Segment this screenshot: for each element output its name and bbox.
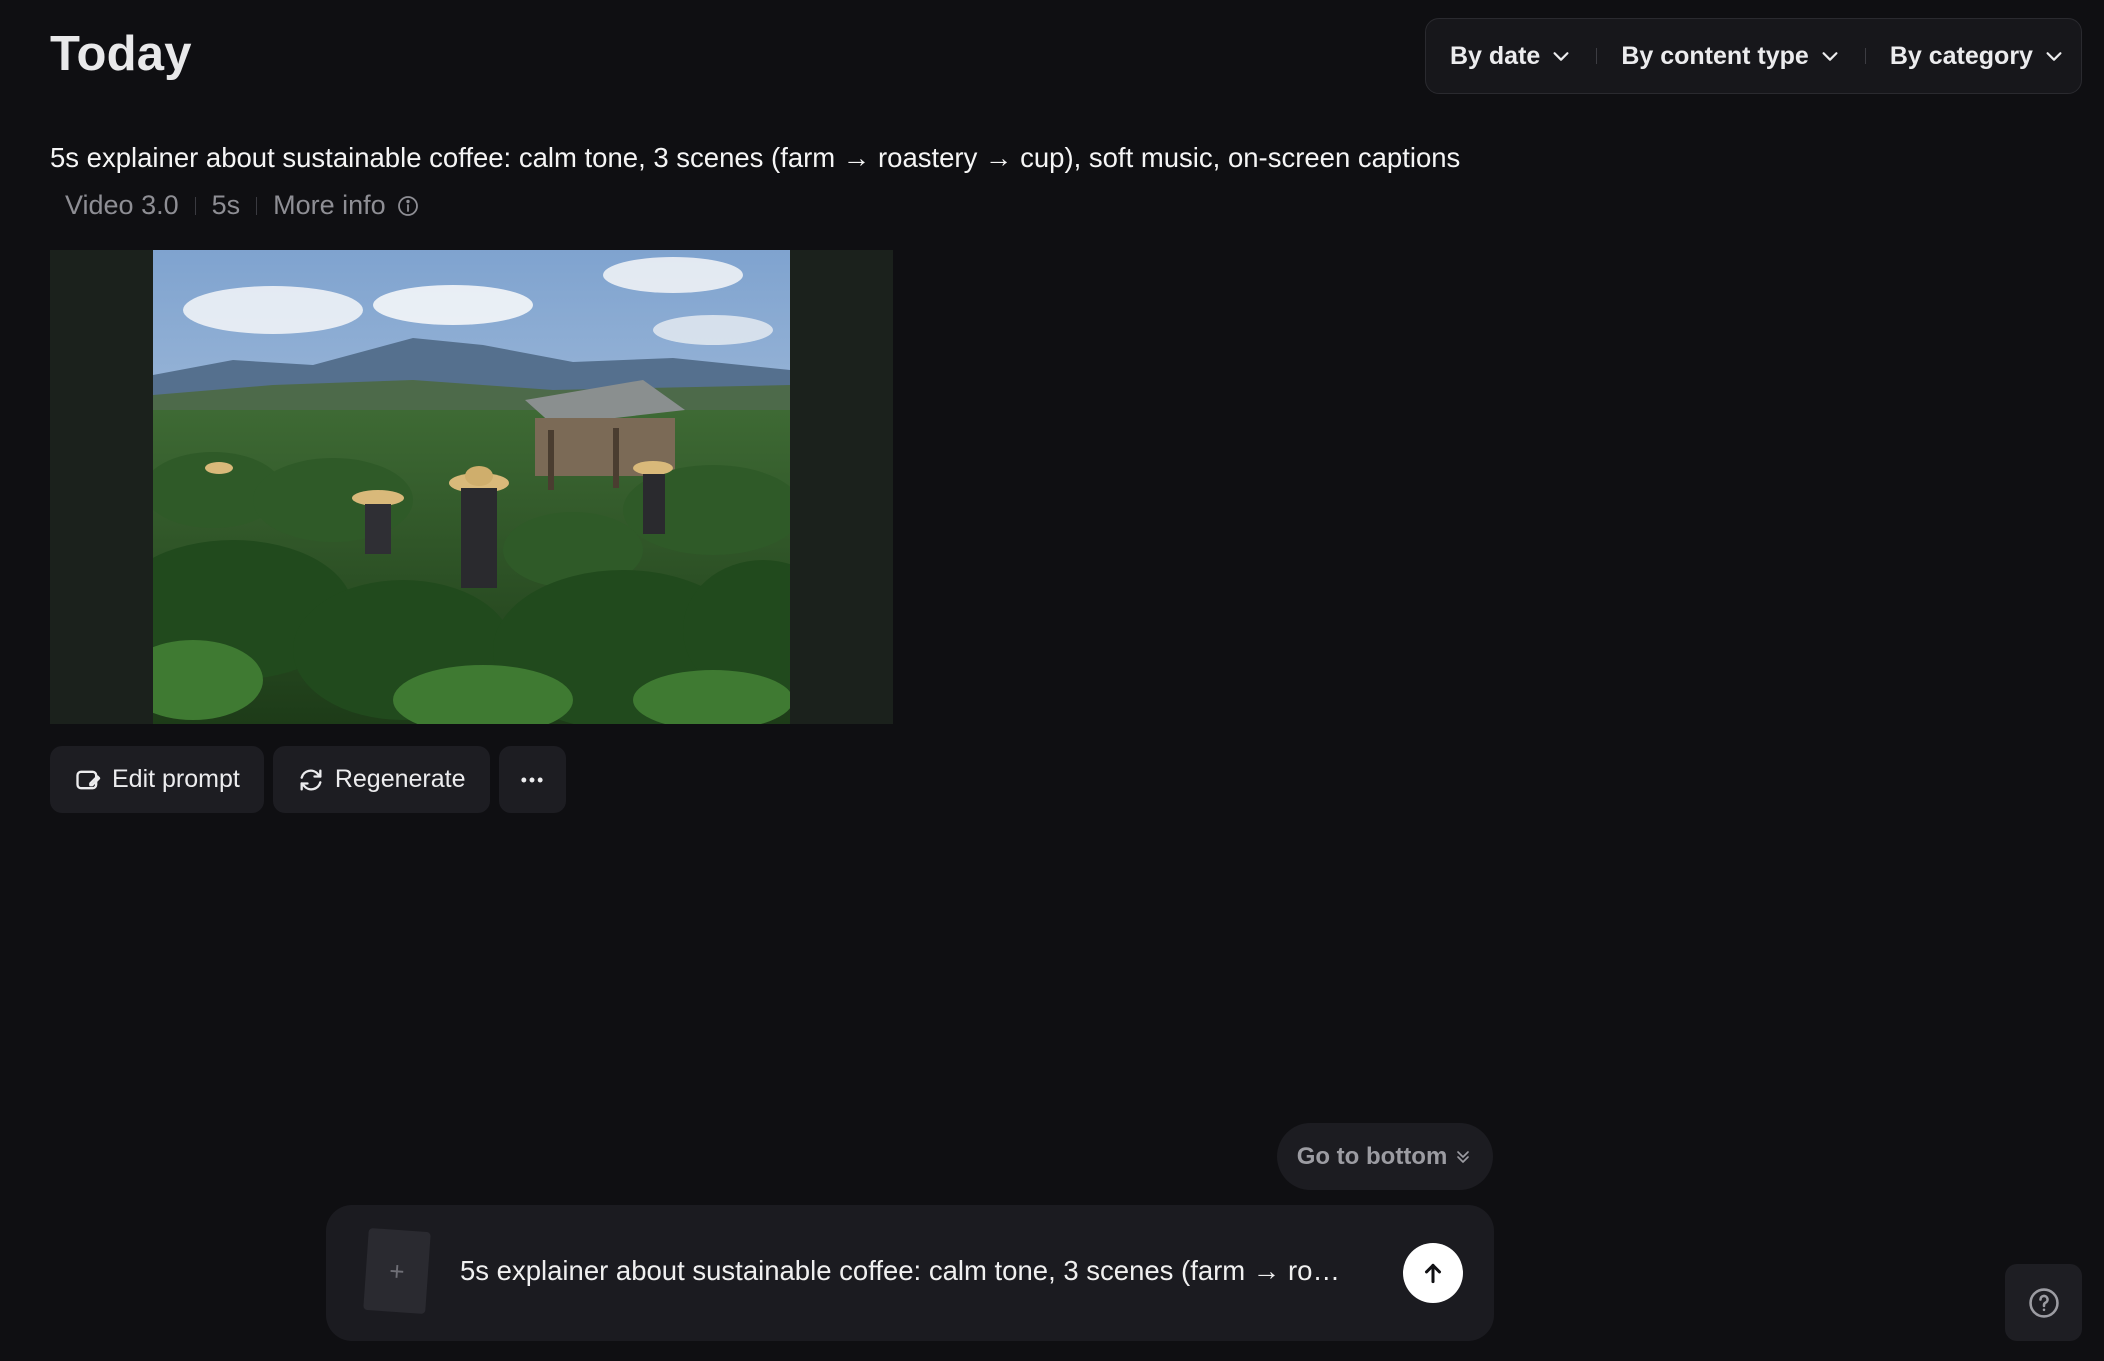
filter-by-date[interactable]: By date: [1450, 42, 1572, 71]
video-frame: [153, 250, 790, 724]
divider: [1864, 48, 1866, 64]
info-icon[interactable]: [396, 194, 420, 218]
divider: [256, 196, 258, 215]
filter-label: By date: [1450, 41, 1541, 70]
filter-bar: By date By content type By category: [1425, 18, 2082, 94]
generation-prompt: 5s explainer about sustainable coffee: c…: [50, 142, 1461, 173]
chevron-down-icon: [2046, 52, 2062, 61]
filter-label: By content type: [1621, 41, 1809, 70]
ellipsis-icon: [521, 777, 543, 782]
video-preview[interactable]: [50, 250, 893, 724]
more-options-button[interactable]: [498, 746, 566, 813]
filter-label: By category: [1889, 41, 2033, 70]
regenerate-button[interactable]: Regenerate: [272, 746, 490, 813]
edit-prompt-label: Edit prompt: [112, 765, 240, 793]
help-button[interactable]: [2005, 1264, 2082, 1341]
duration-label: 5s: [211, 190, 241, 220]
refresh-icon: [300, 769, 322, 790]
go-to-bottom-button[interactable]: Go to bottom: [1277, 1123, 1493, 1190]
regenerate-label: Regenerate: [334, 765, 466, 793]
chevron-down-icon: [1822, 52, 1838, 61]
generation-meta: Video 3.0 5s More info: [65, 190, 420, 221]
arrow-up-icon: [1424, 1263, 1442, 1284]
chevron-down-icon: [1553, 52, 1569, 61]
prompt-input[interactable]: 5s explainer about sustainable coffee: c…: [460, 1255, 1340, 1287]
filter-by-content-type[interactable]: By content type: [1621, 42, 1841, 71]
coffee-farm-image: [153, 250, 790, 724]
edit-prompt-button[interactable]: Edit prompt: [50, 746, 264, 813]
go-to-bottom-label: Go to bottom: [1296, 1142, 1448, 1170]
attach-media-button[interactable]: +: [363, 1227, 431, 1315]
more-info-link[interactable]: More info: [273, 190, 386, 221]
edit-icon: [76, 770, 101, 789]
double-chevron-down-icon: [1457, 1150, 1470, 1163]
filter-by-category[interactable]: By category: [1890, 42, 2065, 71]
send-button[interactable]: [1403, 1243, 1463, 1303]
divider: [1596, 48, 1598, 64]
question-icon: [2028, 1287, 2059, 1318]
divider: [194, 196, 196, 215]
prompt-composer: + 5s explainer about sustainable coffee:…: [326, 1205, 1494, 1341]
generation-actions: Edit prompt Regenerate: [50, 746, 566, 813]
model-label: Video 3.0: [65, 190, 179, 220]
page-title: Today: [50, 27, 192, 81]
plus-icon: +: [388, 1255, 406, 1286]
